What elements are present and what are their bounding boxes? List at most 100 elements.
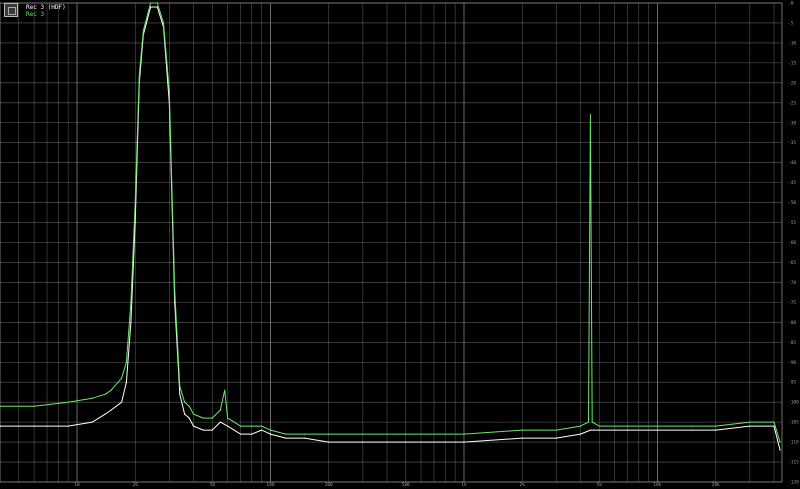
legend-entry-rec3-hdf[interactable]: Rec 3 (HDF) [26,4,66,11]
data-point [239,433,242,435]
data-point [192,425,195,427]
data-point [589,114,592,116]
data-point [91,397,93,399]
data-point [715,429,717,431]
data-point [67,425,69,427]
data-point [261,429,263,431]
data-point [555,429,557,431]
plot-background [0,0,800,489]
data-point [749,421,751,423]
data-point [33,425,35,427]
x-tick-label: 20k [712,482,720,488]
data-point [598,425,600,427]
data-point [779,449,781,451]
data-point [224,389,226,391]
data-point [463,441,465,443]
data-point [591,421,593,423]
data-point [121,401,123,403]
data-point [656,425,659,427]
y-tick-label: -115 [788,460,799,466]
data-point [91,421,93,423]
data-point [598,429,600,431]
data-point [121,377,123,379]
legend-entry-rec3[interactable]: Rec 3 [26,11,44,18]
data-point [156,2,158,4]
y-tick-label: -30 [788,120,796,126]
data-point [219,421,221,423]
y-tick-label: -80 [788,320,796,326]
data-point [593,429,595,431]
x-tick-label: 200 [325,482,333,488]
data-point [626,425,629,427]
data-point [179,385,181,387]
data-point [579,433,582,435]
data-point [188,417,190,419]
y-tick-label: -0 [788,1,794,7]
data-point [33,405,35,407]
data-point [67,401,69,403]
data-point [304,437,306,439]
data-point [749,425,751,427]
y-tick-label: -25 [788,100,796,106]
data-point [188,405,190,407]
data-point [521,429,523,431]
y-tick-label: -15 [788,60,796,66]
data-point [162,22,165,24]
data-point [656,429,659,431]
data-point [328,441,330,443]
data-point [179,393,181,395]
x-tick-label: 5k [596,482,602,488]
data-point [779,441,781,443]
data-point [261,425,263,427]
y-tick-label: -55 [788,220,796,226]
data-point [211,429,213,431]
x-tick-label: 2k [519,482,525,488]
data-point [521,437,523,439]
data-point [130,301,132,303]
data-point [626,429,629,431]
data-point [134,202,136,204]
y-tick-label: -5 [788,21,794,27]
y-tick-label: -10 [788,40,796,46]
data-point [142,30,144,32]
data-point [691,425,693,427]
data-point [251,433,253,435]
data-point [104,393,106,395]
x-tick-label: 10k [653,482,661,488]
y-tick-label: -20 [788,80,796,86]
data-point [715,425,717,427]
data-point [156,6,158,8]
y-tick-label: -45 [788,180,796,186]
data-point [405,433,407,435]
x-tick-label: 1k [461,482,467,488]
y-tick-label: -95 [788,380,796,386]
data-point [211,417,213,419]
data-point [168,90,170,92]
data-point [125,381,127,383]
y-tick-label: -60 [788,240,796,246]
data-point [239,425,242,427]
data-point [463,433,465,435]
data-point [110,389,112,391]
data-point [104,413,106,415]
data-point [269,433,272,435]
data-point [110,409,112,411]
data-point [773,421,775,423]
y-tick-label: -100 [788,400,799,406]
data-point [328,433,330,435]
x-tick-label: 50 [209,482,215,488]
data-point [587,421,590,423]
y-tick-label: -65 [788,260,796,266]
data-point [304,433,306,435]
data-point [405,441,407,443]
y-tick-label: -50 [788,200,796,206]
data-point [251,425,253,427]
data-point [138,74,140,76]
y-tick-label: -85 [788,340,796,346]
legend-toggle-button[interactable] [4,3,18,17]
data-point [691,429,693,431]
y-tick-label: -40 [788,160,796,166]
data-point [555,437,557,439]
data-point [773,425,775,427]
data-point [219,409,221,411]
